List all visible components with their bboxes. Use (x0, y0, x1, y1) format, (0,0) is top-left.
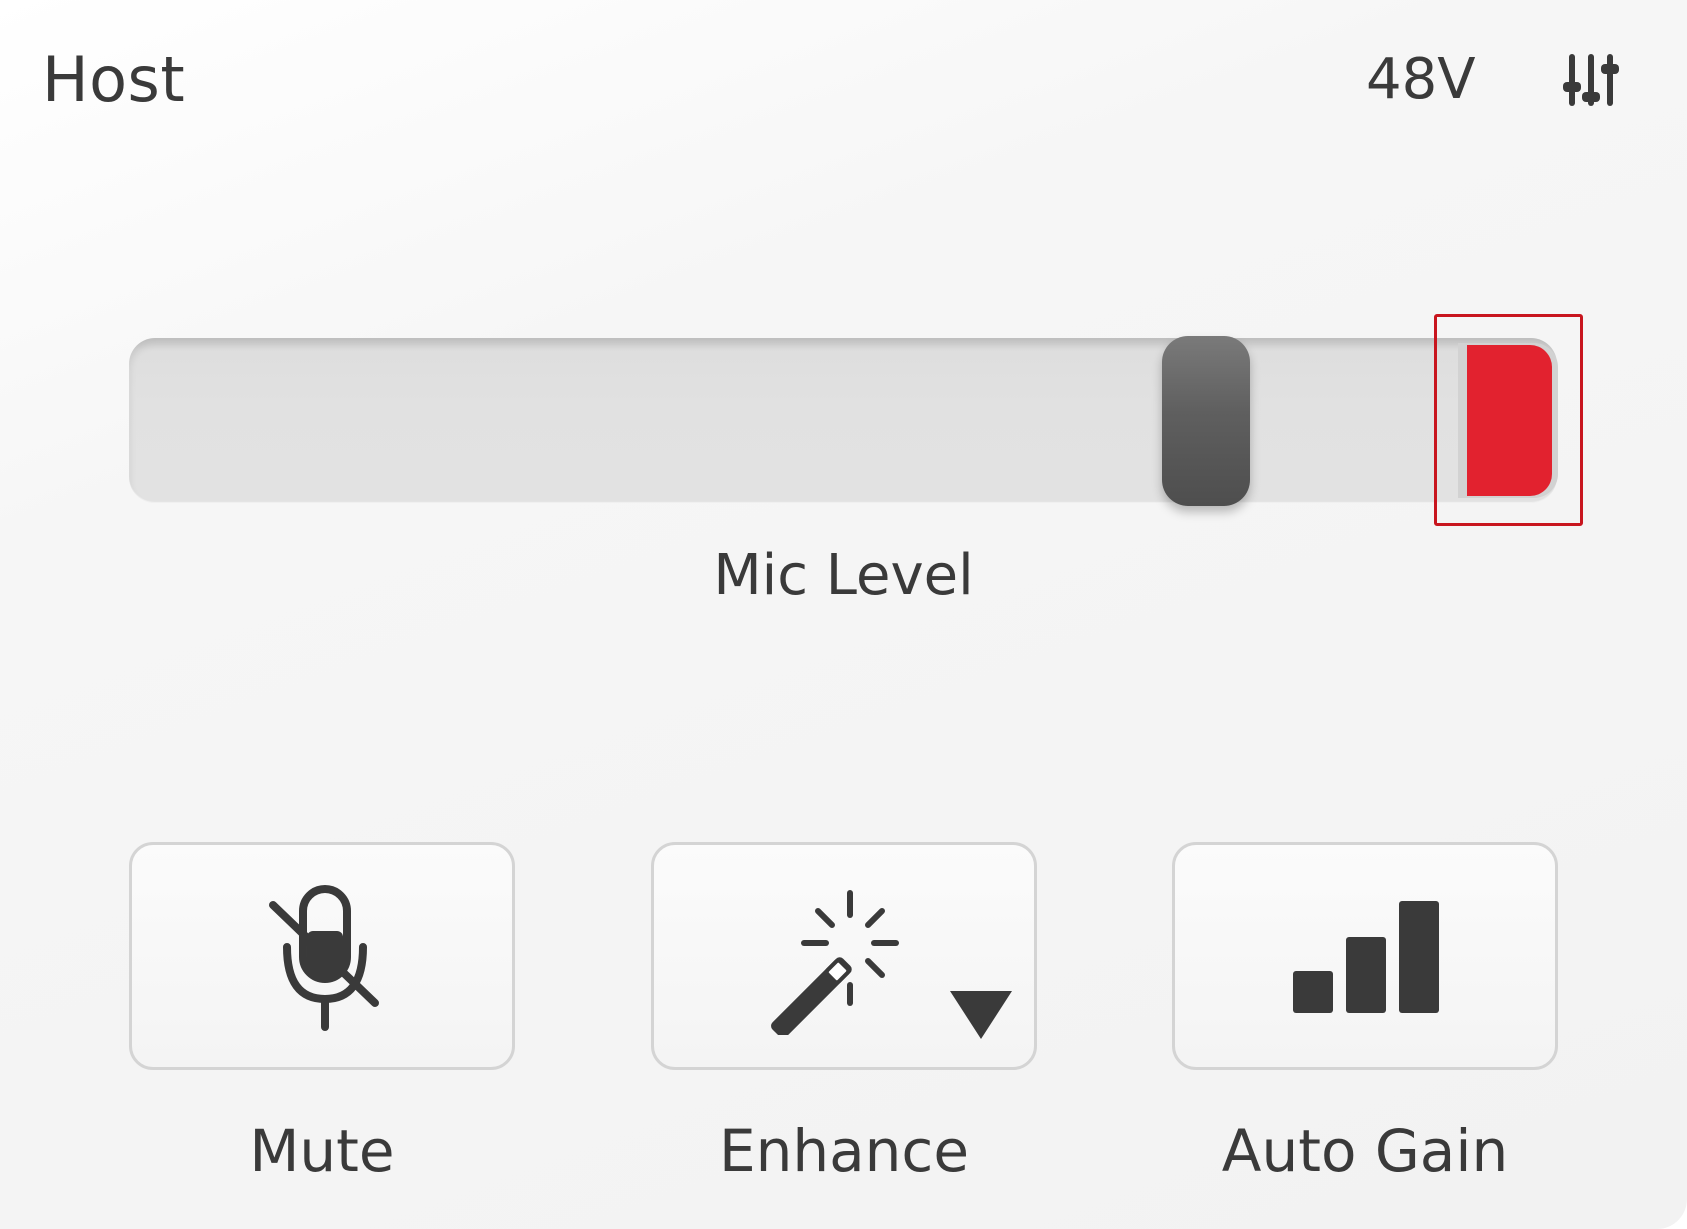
enhance-button[interactable] (651, 842, 1037, 1070)
microphone-muted-icon (269, 885, 379, 1031)
mic-level-slider-thumb[interactable] (1162, 336, 1250, 506)
phantom-power-toggle[interactable]: 48V (1366, 44, 1476, 116)
auto-gain-label: Auto Gain (1221, 1117, 1509, 1185)
highlight-box (1434, 314, 1583, 526)
auto-gain-button[interactable] (1172, 842, 1558, 1070)
signal-bars-icon (1293, 901, 1439, 1013)
chevron-down-icon[interactable] (948, 989, 1014, 1041)
mixer-sliders-icon-graphic (1563, 54, 1619, 106)
mixer-sliders-icon[interactable] (1560, 52, 1622, 108)
channel-panel: Host 48V Mic Level Mute Enhance Auto Gai… (0, 0, 1687, 1229)
channel-title: Host (42, 43, 186, 116)
mute-button[interactable] (129, 842, 515, 1070)
mic-level-label: Mic Level (713, 543, 974, 608)
mic-level-slider-track[interactable] (129, 338, 1557, 503)
magic-wand-icon (771, 890, 899, 1035)
mute-label: Mute (249, 1117, 395, 1185)
enhance-label: Enhance (718, 1117, 970, 1185)
